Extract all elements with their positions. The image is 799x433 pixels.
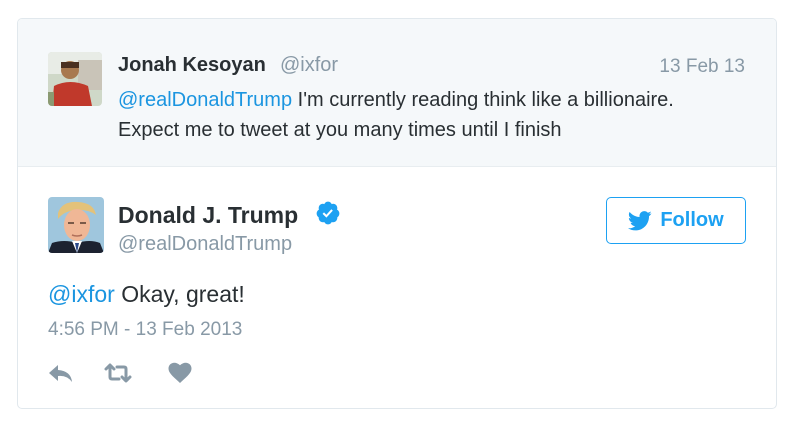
parent-text-line2: Expect me to tweet at you many times unt… xyxy=(118,119,562,141)
embedded-tweet-card: Jonah Kesoyan @ixfor 13 Feb 13 @realDona… xyxy=(17,18,777,409)
reply-icon[interactable] xyxy=(48,361,74,385)
twitter-bird-icon xyxy=(628,210,652,230)
author-handle[interactable]: @realDonaldTrump xyxy=(118,233,292,256)
parent-tweet-text: @realDonaldTrump I'm currently reading t… xyxy=(118,85,738,145)
like-heart-icon[interactable] xyxy=(168,361,192,385)
follow-button-label: Follow xyxy=(660,209,724,231)
verified-badge-icon xyxy=(315,200,341,226)
tweet-text: @ixfor Okay, great! xyxy=(48,281,245,308)
follow-button[interactable]: Follow xyxy=(606,197,746,244)
tweet-mention-link[interactable]: @ixfor xyxy=(48,281,115,307)
parent-author-handle[interactable]: @ixfor xyxy=(280,54,338,77)
tweet-timestamp[interactable]: 4:56 PM - 13 Feb 2013 xyxy=(48,319,242,341)
parent-author-name[interactable]: Jonah Kesoyan xyxy=(118,54,266,77)
parent-mention-link[interactable]: @realDonaldTrump xyxy=(118,89,292,111)
parent-tweet-date[interactable]: 13 Feb 13 xyxy=(659,56,745,78)
tweet-body: Okay, great! xyxy=(114,281,245,307)
author-name[interactable]: Donald J. Trump xyxy=(118,202,298,229)
parent-author-avatar[interactable] xyxy=(48,52,102,106)
author-avatar[interactable] xyxy=(48,197,104,253)
retweet-icon[interactable] xyxy=(103,361,133,385)
parent-text-line1: I'm currently reading think like a billi… xyxy=(292,89,674,111)
parent-tweet[interactable]: Jonah Kesoyan @ixfor 13 Feb 13 @realDona… xyxy=(18,19,776,167)
